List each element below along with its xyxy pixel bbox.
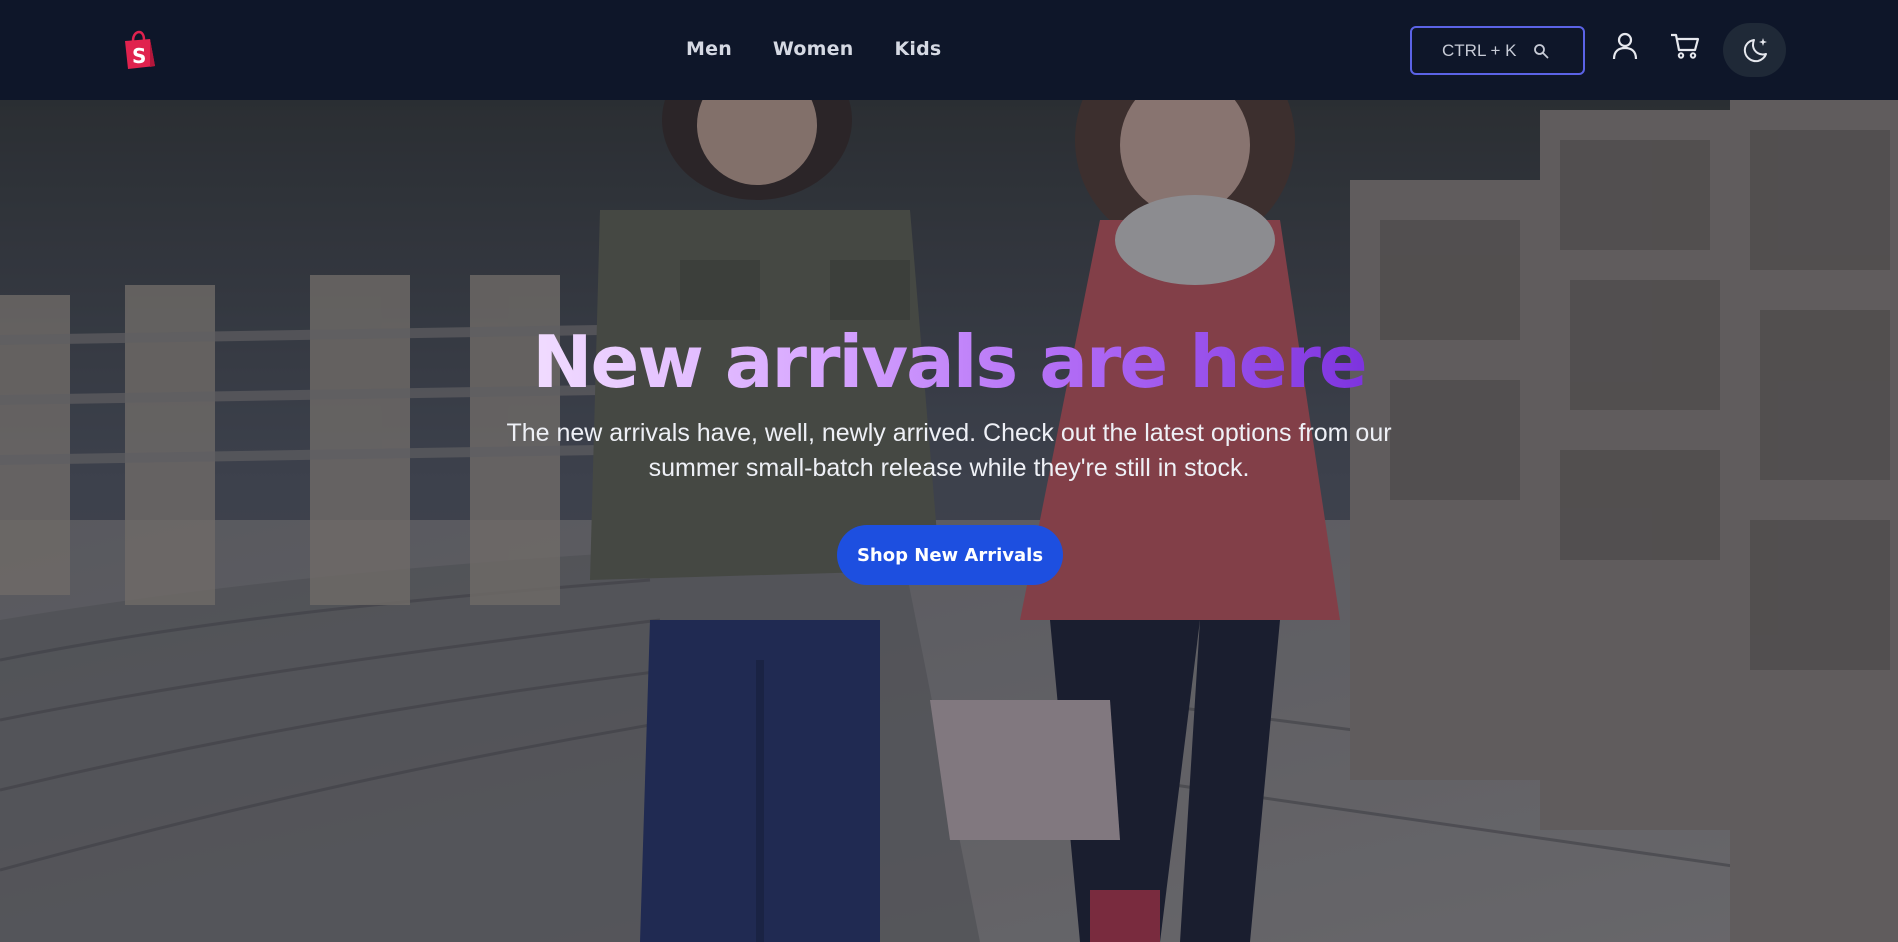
search-shortcut-label: CTRL + K [1442, 40, 1517, 60]
hero-dark-overlay [0, 100, 1898, 942]
nav-link-women[interactable]: Women [773, 38, 854, 60]
shop-logo[interactable]: S [120, 30, 158, 70]
main-nav: Men Women Kids [686, 38, 982, 60]
search-button[interactable]: CTRL + K [1410, 26, 1585, 75]
account-button[interactable] [1612, 32, 1638, 65]
shopping-bag-logo-icon: S [125, 30, 155, 69]
hero-section: New arrivals are here The new arrivals h… [0, 100, 1898, 942]
cart-icon [1671, 33, 1700, 59]
moon-sparkle-icon [1743, 38, 1767, 63]
search-icon [1534, 44, 1549, 59]
nav-link-kids[interactable]: Kids [894, 38, 941, 60]
svg-text:S: S [132, 44, 146, 68]
cart-button[interactable] [1670, 32, 1700, 65]
site-header: S Men Women Kids CTRL + K [0, 0, 1898, 100]
user-icon [1612, 32, 1638, 60]
nav-link-men[interactable]: Men [686, 38, 732, 60]
theme-toggle-button[interactable] [1723, 23, 1786, 77]
hero-subtitle: The new arrivals have, well, newly arriv… [506, 419, 1392, 482]
hero-title: New arrivals are here [532, 320, 1367, 404]
shop-new-arrivals-button[interactable]: Shop New Arrivals [837, 525, 1063, 585]
